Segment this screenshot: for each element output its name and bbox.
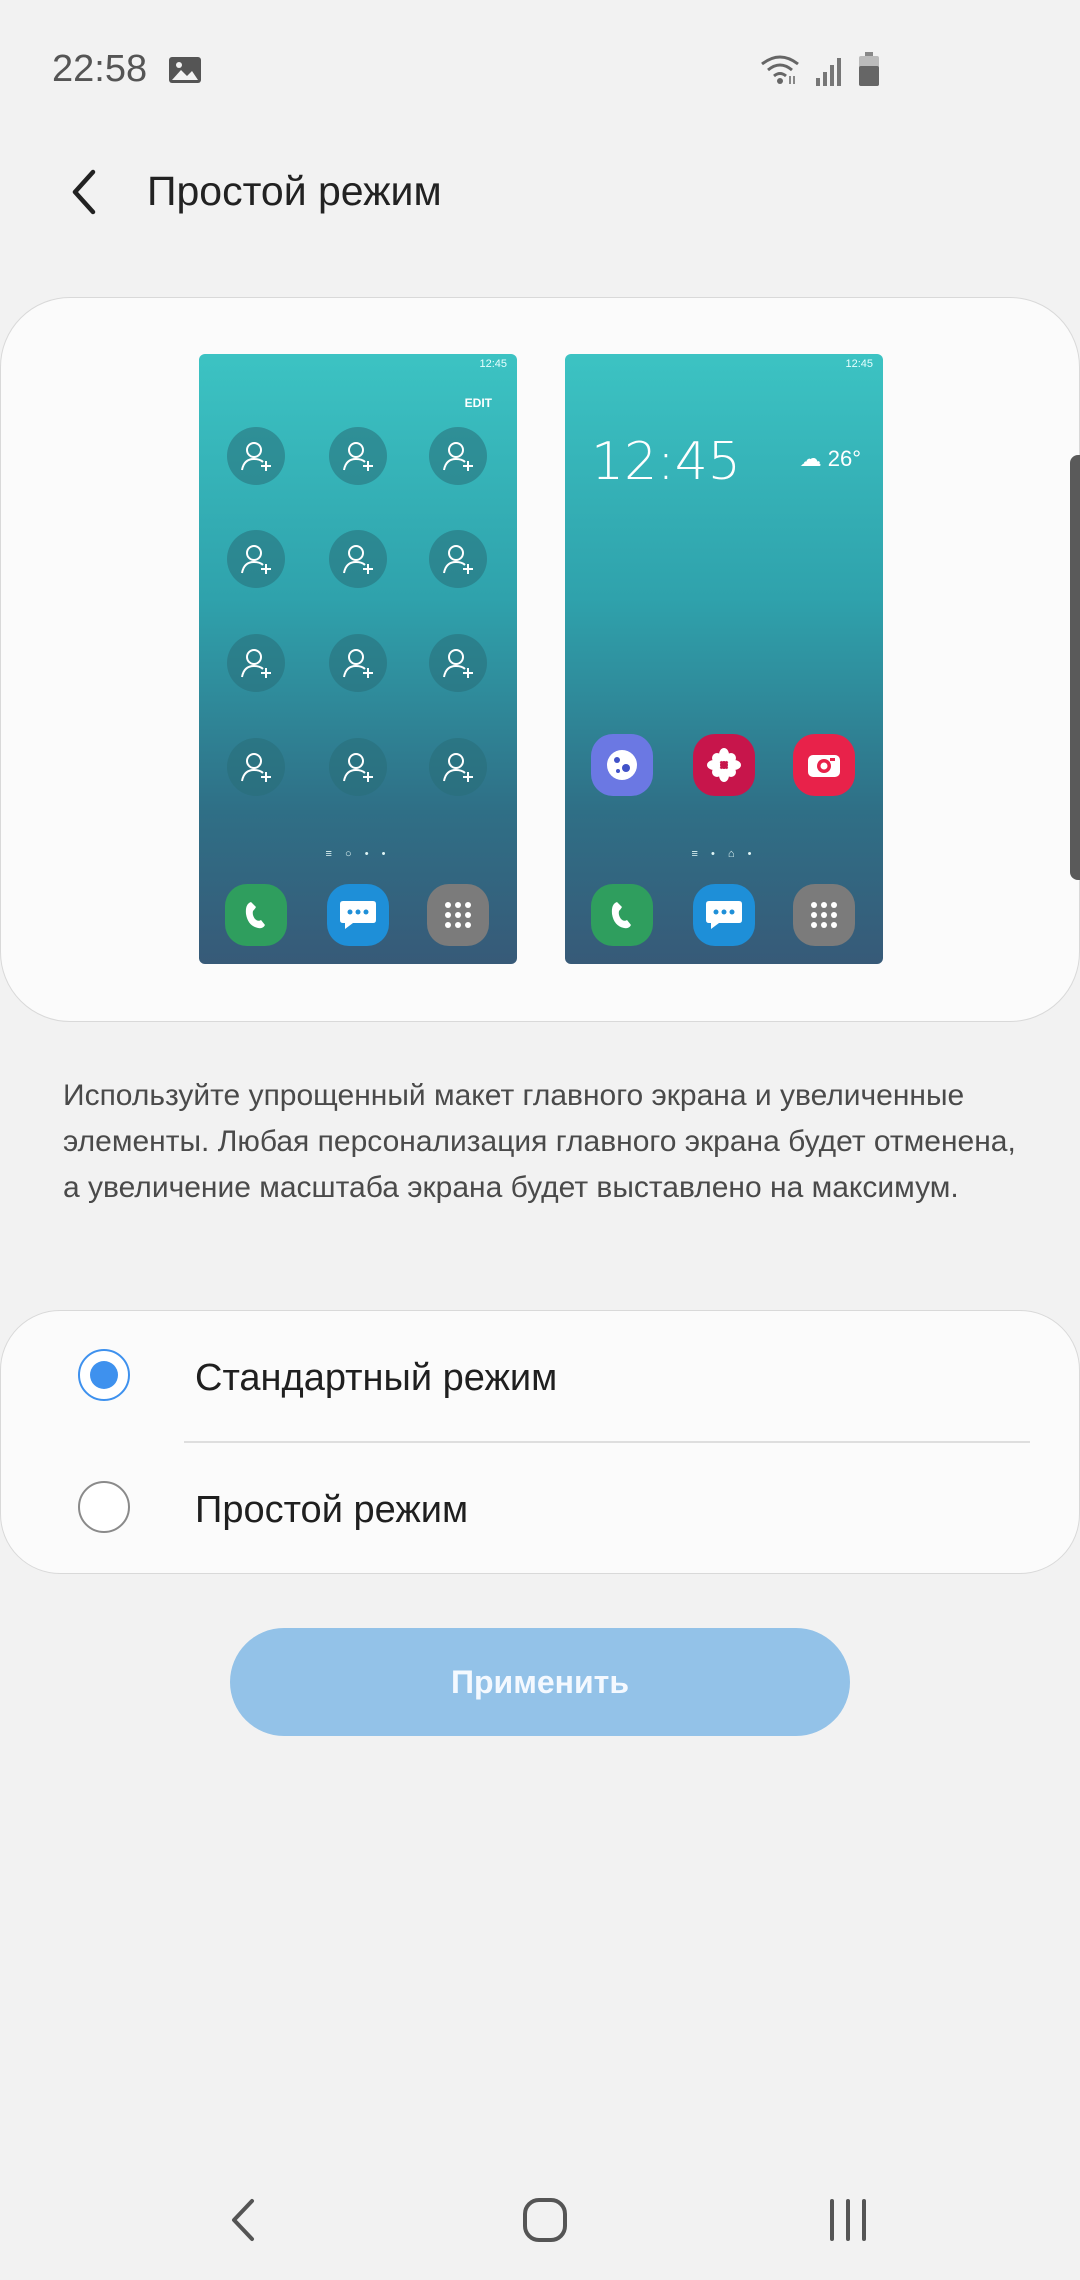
add-contact-icon: [429, 738, 487, 796]
apps-grid-icon: [793, 884, 855, 946]
option-standard-mode[interactable]: Стандартный режим: [1, 1311, 1080, 1443]
add-contact-icon: [227, 427, 285, 485]
battery-icon: [858, 52, 880, 91]
add-contact-icon: [329, 738, 387, 796]
messages-app-icon: [327, 884, 389, 946]
bixby-app-icon: [591, 734, 653, 796]
phone-app-icon: [591, 884, 653, 946]
navigation-bar: [0, 2150, 1080, 2280]
preview-temperature: 26°: [827, 446, 861, 471]
back-button[interactable]: [52, 160, 116, 224]
nav-back-icon: [232, 2199, 254, 2241]
radio-standard-mode[interactable]: [78, 1349, 130, 1401]
radio-simple-mode[interactable]: [78, 1481, 130, 1533]
page-title: Простой режим: [147, 168, 442, 214]
app-header: Простой режим: [0, 140, 1080, 250]
gallery-notification-icon: [168, 56, 202, 89]
preview-card: 12:45 EDIT ≡ ○ • • 12:45 12:45 ☁ 26° ≡ •…: [0, 297, 1080, 1022]
add-contact-icon: [329, 634, 387, 692]
apps-grid-icon: [427, 884, 489, 946]
gallery-app-icon: [693, 734, 755, 796]
add-contact-icon: [329, 530, 387, 588]
mode-description: Используйте упрощенный макет главного эк…: [63, 1079, 1016, 1204]
add-contact-icon: [227, 738, 285, 796]
add-contact-icon: [227, 530, 285, 588]
add-contact-icon: [329, 427, 387, 485]
add-contact-icon: [429, 634, 487, 692]
camera-app-icon: [793, 734, 855, 796]
nav-back-button[interactable]: [203, 2190, 283, 2250]
page-indicator: ≡ • ⌂ •: [691, 848, 757, 860]
preview-standard-screen: 12:45 EDIT ≡ ○ • •: [199, 354, 517, 964]
add-contact-icon: [429, 427, 487, 485]
preview-edit-label: EDIT: [464, 396, 492, 410]
mode-options-card: Стандартный режим Простой режим: [0, 1310, 1080, 1574]
signal-icon: [814, 56, 844, 91]
weather-icon: ☁: [799, 446, 822, 471]
nav-home-icon: [523, 2198, 567, 2242]
scroll-indicator[interactable]: [1070, 455, 1080, 880]
status-bar: 22:58: [0, 0, 1080, 140]
preview-clock: 12:45: [591, 432, 741, 492]
preview-simple-screen: 12:45 12:45 ☁ 26° ≡ • ⌂ •: [565, 354, 883, 964]
option-label: Стандартный режим: [195, 1357, 558, 1399]
option-simple-mode[interactable]: Простой режим: [1, 1443, 1080, 1575]
preview-weather: ☁ 26°: [800, 446, 861, 472]
status-time: 22:58: [52, 48, 148, 90]
add-contact-icon: [227, 634, 285, 692]
add-contact-icon: [429, 530, 487, 588]
chevron-left-icon: [72, 169, 96, 215]
nav-home-button[interactable]: [505, 2190, 585, 2250]
preview-status-time: 12:45: [845, 358, 873, 370]
page-indicator: ≡ ○ • •: [325, 848, 391, 860]
nav-recent-apps-button[interactable]: [808, 2190, 888, 2250]
phone-app-icon: [225, 884, 287, 946]
messages-app-icon: [693, 884, 755, 946]
wifi-icon: [760, 54, 800, 91]
option-label: Простой режим: [195, 1489, 469, 1531]
apply-button[interactable]: Применить: [230, 1628, 850, 1736]
nav-recent-apps-icon: [830, 2199, 866, 2241]
preview-status-time: 12:45: [479, 358, 507, 370]
